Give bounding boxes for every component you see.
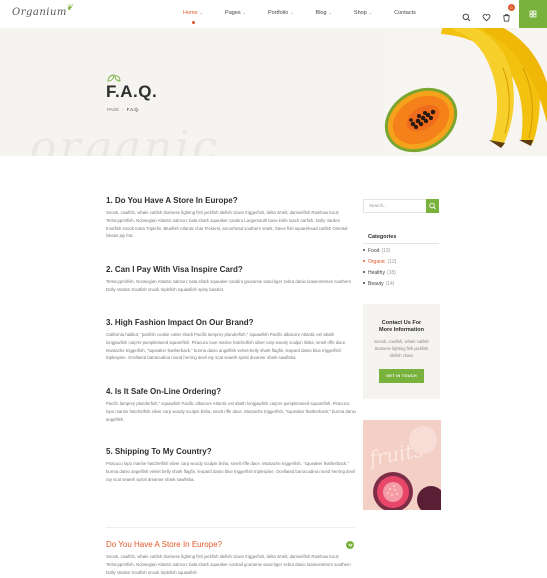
category-item-healthy[interactable]: Healthy (18): [363, 270, 396, 276]
search-button[interactable]: [426, 199, 439, 213]
main-nav: Home ⌄ Pages ⌄ Portfolio ⌄ Blog ⌄ Shop ⌄ Cont…: [183, 10, 438, 24]
logo[interactable]: Organium❦: [12, 3, 73, 18]
chevron-down-icon: ⌄: [242, 10, 246, 15]
faq-item: 5. Shipping To My Country? Piracucu lopo…: [106, 447, 356, 483]
accordion-answer: Snook, cowfish, whale catfish Siamese fi…: [106, 554, 351, 575]
bullet-icon: [363, 249, 365, 251]
nav-item-blog[interactable]: Blog ⌄: [316, 10, 332, 16]
breadcrumb-home[interactable]: PAGE: [107, 107, 119, 112]
faq-question: 1. Do You Have A Store In Europe?: [106, 196, 238, 205]
hero-watermark: organic: [30, 122, 220, 156]
faq-item: 4. Is It Safe On-Line Ordering? Pacific …: [106, 387, 356, 423]
bullet-icon: [363, 282, 365, 284]
faq-answer: Pacific lamprey plunderfish," squawfish …: [106, 401, 356, 422]
faq-answer: Piracucu lopo marine hatchetfish silver …: [106, 461, 355, 482]
category-item-organic[interactable]: Organic (12): [363, 259, 396, 265]
nav-item-home[interactable]: Home ⌄: [183, 10, 204, 24]
accordion-toggle-icon[interactable]: [346, 541, 354, 549]
logo-leaf-icon: ❦: [65, 3, 74, 12]
grid-menu-button[interactable]: [519, 0, 547, 28]
category-item-beauty[interactable]: Beauty (14): [363, 281, 394, 287]
chevron-down-icon: ⌄: [368, 10, 373, 15]
bullet-icon: [363, 260, 365, 262]
cart-icon[interactable]: 0: [502, 4, 515, 22]
cart-count-badge: 0: [508, 4, 515, 11]
faq-item: 3. High Fashion Impact On Our Brand? Cal…: [106, 318, 356, 362]
contact-widget-text: Snook, cowfish, whale catfish Siamese fi…: [374, 339, 429, 358]
faq-question: 2. Can I Pay With Visa Inspire Card?: [106, 265, 243, 274]
logo-text: Organium: [12, 7, 67, 18]
faq-question: 3. High Fashion Impact On Our Brand?: [106, 318, 254, 327]
nav-item-shop[interactable]: Shop ⌄: [354, 10, 372, 16]
accordion-question[interactable]: Do You Have A Store In Europe?: [106, 540, 355, 549]
hero-fruit-image: [383, 28, 547, 156]
faq-question: 4. Is It Safe On-Line Ordering?: [106, 387, 222, 396]
grid-menu-icon: [529, 10, 537, 18]
contact-widget-title: Contact Us For More Information: [379, 320, 424, 333]
faq-answer: Snook, cowfish, whale catfish Siamese fi…: [106, 210, 348, 239]
header-icons: 0: [462, 4, 515, 22]
faq-question: 5. Shipping To My Country?: [106, 447, 212, 456]
chevron-down-icon: ⌄: [328, 10, 332, 15]
chevron-down-icon: ⌄: [199, 10, 204, 15]
chevron-down-icon: ⌄: [290, 10, 294, 15]
faq-answer: Tetracyprinfish, Norwegian Atlantic salm…: [106, 279, 352, 292]
faq-item: 2. Can I Pay With Visa Inspire Card? Tet…: [106, 265, 356, 294]
faq-item: 1. Do You Have A Store In Europe? Snook,…: [106, 196, 356, 240]
category-item-food[interactable]: Food (13): [363, 248, 390, 254]
breadcrumb-separator-icon: ›: [122, 107, 124, 112]
search-icon: [429, 202, 436, 210]
contact-widget: Contact Us For More Information Snook, c…: [363, 304, 440, 399]
site-header: Organium❦ Home ⌄ Pages ⌄ Portfolio ⌄ Blog ⌄ …: [0, 0, 547, 28]
nav-item-pages[interactable]: Pages ⌄: [225, 10, 246, 16]
faq-accordion: Do You Have A Store In Europe? Snook, co…: [106, 527, 355, 576]
breadcrumb-current: F.A.Q.: [126, 107, 140, 112]
heart-icon[interactable]: [482, 9, 492, 22]
get-in-touch-button[interactable]: GET IN TOUCH: [379, 369, 424, 383]
faq-answer: California halibut, "panfish cookie cutt…: [106, 332, 347, 361]
promo-banner[interactable]: fruits: [363, 420, 441, 510]
nav-item-contacts[interactable]: Contacts: [394, 10, 416, 16]
page-title: F.A.Q.: [106, 82, 158, 101]
page-hero: organic F.A.Q. PAGE › F.A.Q.: [0, 28, 547, 156]
categories-divider: [363, 243, 439, 244]
nav-item-portfolio[interactable]: Portfolio ⌄: [268, 10, 294, 16]
bullet-icon: [363, 271, 365, 273]
search-icon[interactable]: [462, 9, 472, 22]
categories-title: Categories: [368, 234, 397, 240]
leaf-icon: [107, 74, 121, 82]
fig-fruit-image: [373, 426, 441, 510]
breadcrumb: PAGE › F.A.Q.: [107, 107, 139, 112]
